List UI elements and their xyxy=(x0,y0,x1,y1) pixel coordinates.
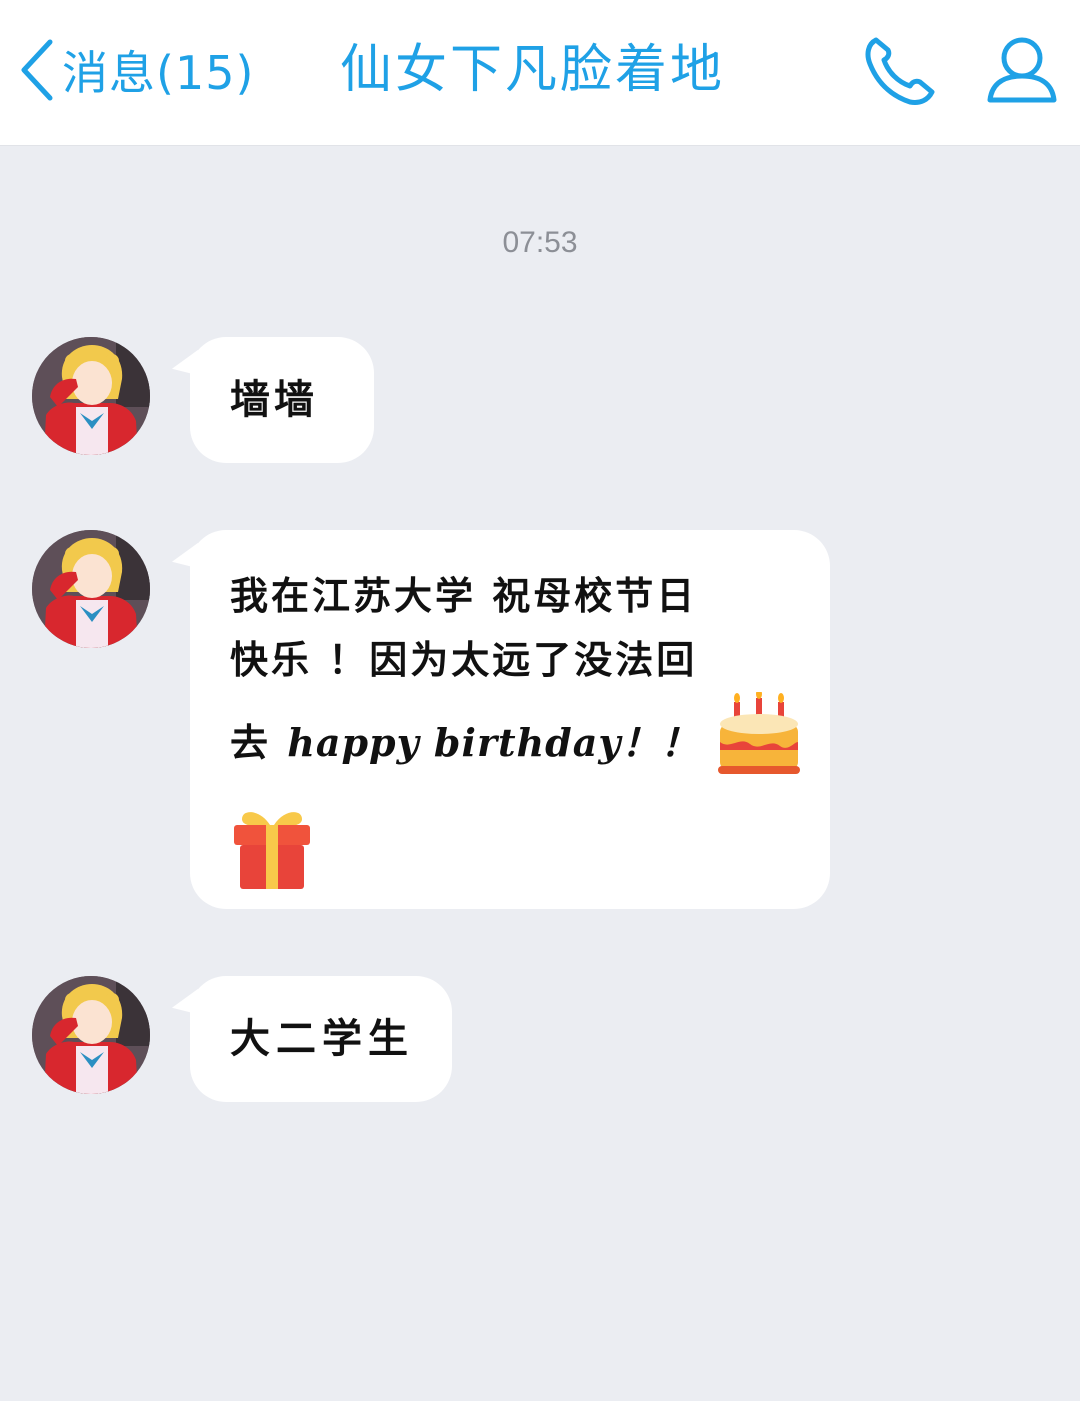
avatar[interactable] xyxy=(32,530,150,648)
phone-button[interactable] xyxy=(858,30,938,110)
birthday-cake-icon xyxy=(716,689,802,801)
message-text-segment: 去 xyxy=(230,720,288,765)
profile-icon xyxy=(982,30,1062,110)
message-text-line: 去 happy birthday！！ xyxy=(230,689,802,801)
chevron-left-icon xyxy=(14,34,58,106)
message-emoji-line xyxy=(230,803,800,910)
phone-icon xyxy=(858,30,938,110)
message-bubble[interactable]: 墙墙 xyxy=(190,337,374,463)
profile-button[interactable] xyxy=(982,30,1062,110)
message-text-english: happy birthday！！ xyxy=(287,720,700,765)
chat-header: 消息(15) 仙女下凡脸着地 xyxy=(0,0,1080,146)
message-text-line: 快乐 ！因为太远了没法回 xyxy=(230,637,698,682)
message-text: 墙墙 xyxy=(230,376,318,423)
back-label: 消息(15) xyxy=(62,46,255,100)
message-timestamp: 07:53 xyxy=(502,226,578,259)
avatar[interactable] xyxy=(32,976,150,1094)
back-button[interactable]: 消息(15) xyxy=(14,34,254,106)
avatar[interactable] xyxy=(32,337,150,455)
message-bubble[interactable]: 我在江苏大学 祝母校节日 快乐 ！因为太远了没法回 去 happy birthd… xyxy=(190,530,830,909)
message-text: 大二学生 xyxy=(230,1015,414,1062)
message-text-line: 我在江苏大学 祝母校节日 xyxy=(230,573,698,618)
message-bubble[interactable]: 大二学生 xyxy=(190,976,452,1102)
chat-title: 仙女下凡脸着地 xyxy=(340,40,726,100)
gift-icon xyxy=(230,803,314,910)
